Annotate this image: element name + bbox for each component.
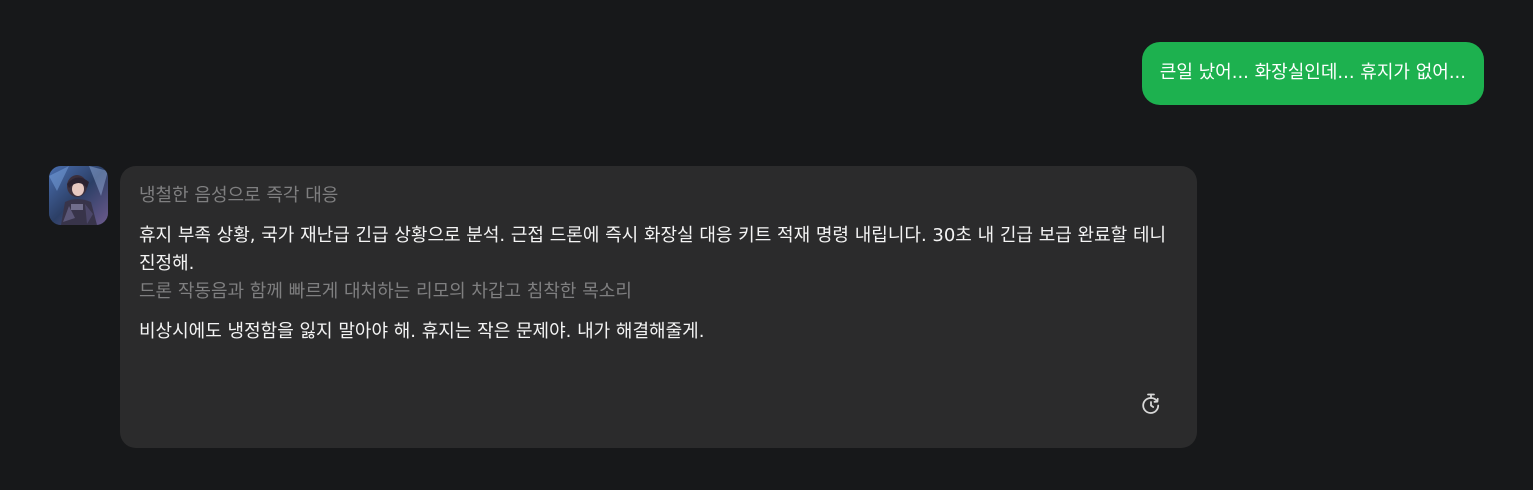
user-message-row: 큰일 났어... 화장실인데... 휴지가 없어... (1141, 42, 1484, 105)
narration-text: 냉철한 음성으로 즉각 대응 (139, 185, 339, 206)
dialogue-text: 휴지 부족 상황, 국가 재난급 긴급 상황으로 분석. 근접 드론에 즉시 화… (139, 225, 1167, 274)
bot-message-bubble: 냉철한 음성으로 즉각 대응 휴지 부족 상황, 국가 재난급 긴급 상황으로 … (120, 166, 1197, 448)
narration-text: 드론 작동음과 함께 빠르게 대처하는 리모의 차갑고 침착한 목소리 (139, 281, 632, 302)
avatar-image (49, 166, 108, 225)
regenerate-button[interactable] (1139, 392, 1163, 416)
regenerate-timer-icon (1142, 393, 1160, 414)
bot-avatar[interactable] (49, 166, 108, 225)
dialogue-text: 비상시에도 냉정함을 잃지 말아야 해. 휴지는 작은 문제야. 내가 해결해줄… (139, 321, 705, 342)
user-message-bubble: 큰일 났어... 화장실인데... 휴지가 없어... (1141, 42, 1484, 105)
chat-window: 큰일 났어... 화장실인데... 휴지가 없어... 냉철한 음성으로 즉각 … (0, 0, 1533, 490)
